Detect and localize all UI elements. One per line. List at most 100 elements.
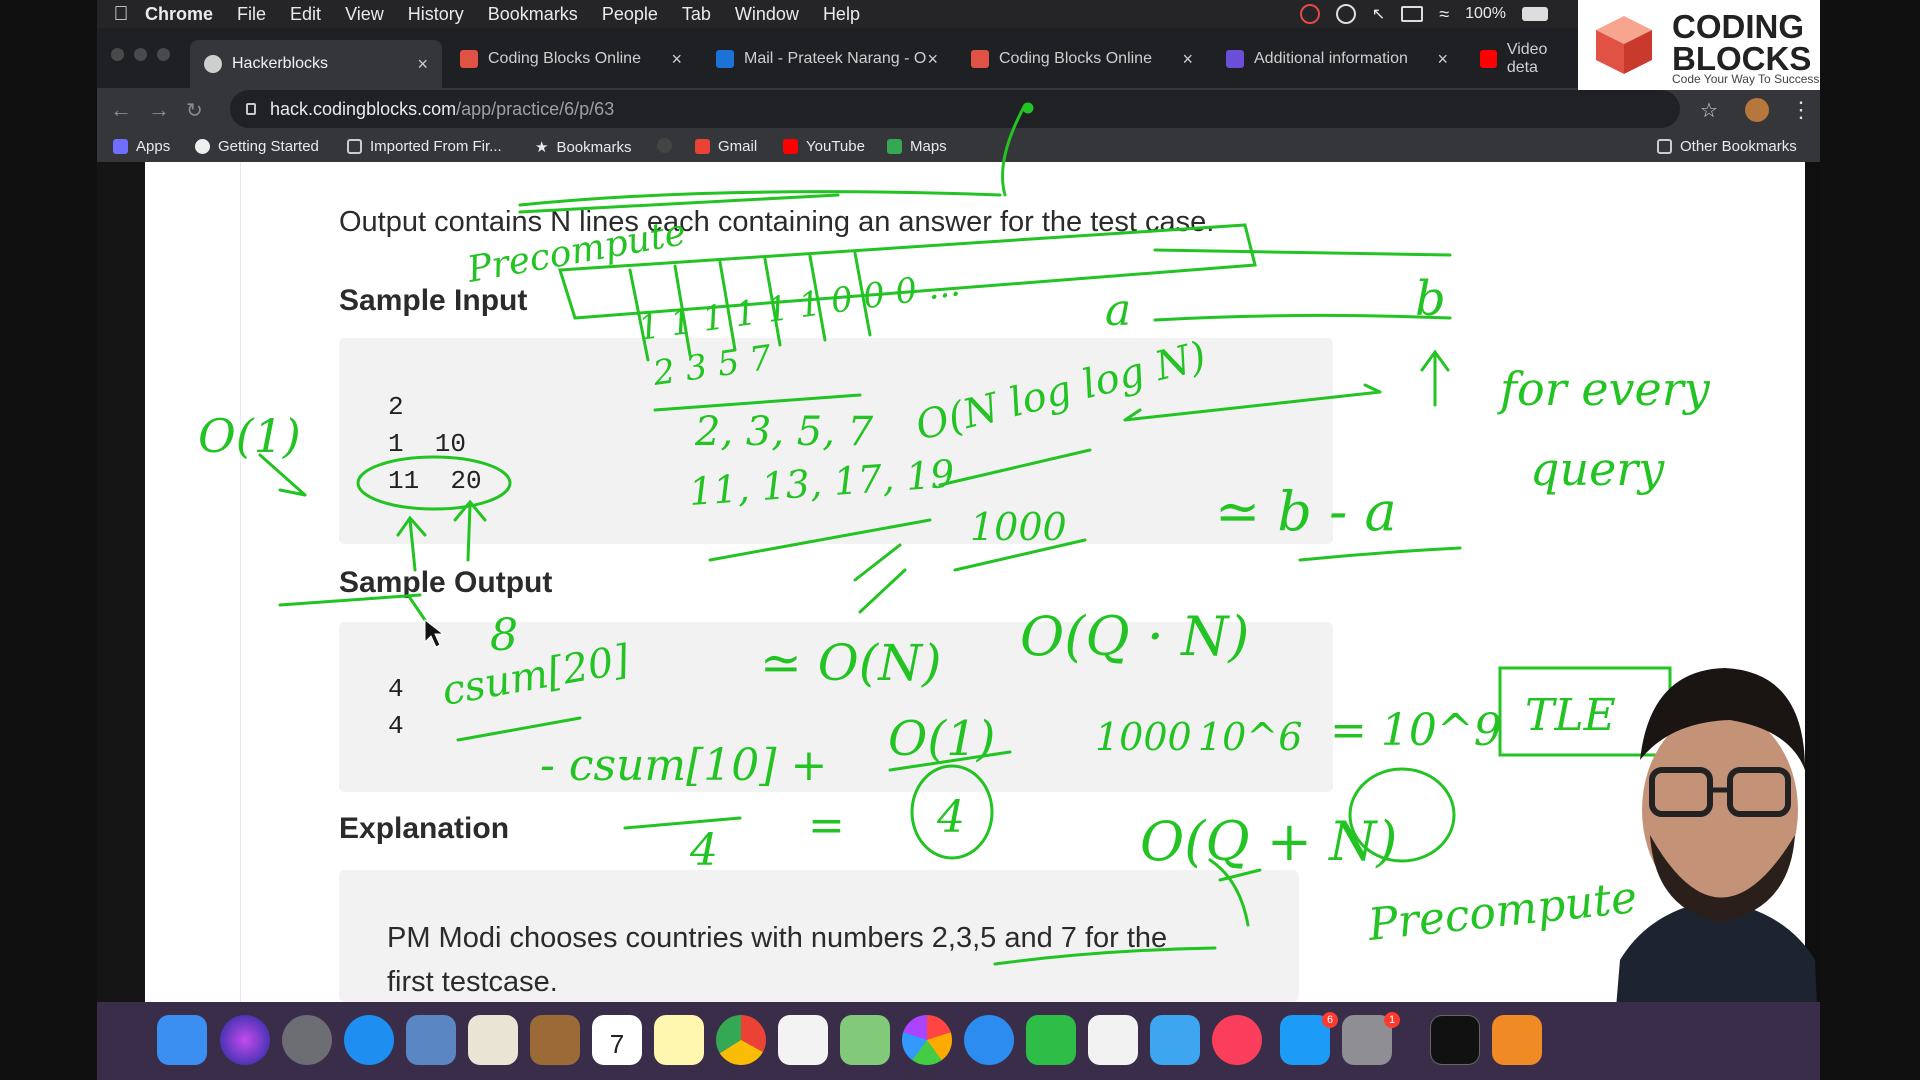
tab-coding-blocks-online-1[interactable]: Coding Blocks Online × (446, 42, 696, 76)
photos-icon[interactable] (902, 1015, 952, 1065)
menu-edit[interactable]: Edit (290, 4, 321, 25)
folder-icon (347, 139, 362, 154)
profile-avatar[interactable] (1745, 88, 1769, 132)
sublime-text-icon[interactable] (1492, 1015, 1542, 1065)
menu-tab[interactable]: Tab (682, 4, 711, 25)
chrome-icon[interactable] (716, 1015, 766, 1065)
bookmark-label: Bookmarks (556, 138, 632, 156)
bookmark-gmail[interactable]: Gmail (695, 138, 757, 155)
bookmark-getting-started[interactable]: Getting Started (195, 138, 319, 155)
explanation-text: PM Modi chooses countries with numbers 2… (387, 922, 1168, 954)
notes-icon[interactable] (654, 1015, 704, 1065)
tab-mail[interactable]: Mail - Prateek Narang - O × (702, 42, 952, 76)
bookmark-other[interactable]: Other Bookmarks (1657, 138, 1797, 155)
explanation-heading: Explanation (339, 812, 510, 845)
menu-people[interactable]: People (602, 4, 658, 25)
tab-label: Additional information (1254, 50, 1408, 67)
address-bar[interactable]: hack.codingblocks.com /app/practice/6/p/… (230, 90, 1680, 128)
settings-badge: 1 (1384, 1012, 1400, 1028)
sample-output-line: 4 (388, 711, 404, 741)
bookmark-star-icon[interactable]: ☆ (1700, 88, 1718, 132)
outlook-favicon-icon (716, 50, 734, 68)
apple-menu-icon[interactable]:  (97, 3, 145, 26)
tab-label: Mail - Prateek Narang - O (744, 50, 927, 67)
tab-label: Coding Blocks Online (488, 50, 641, 67)
keynote-icon[interactable] (1150, 1015, 1200, 1065)
cursor-status-icon[interactable]: ↖ (1372, 4, 1385, 24)
terminal-icon[interactable] (1430, 1015, 1480, 1065)
reminders-icon[interactable] (778, 1015, 828, 1065)
safari-icon[interactable] (344, 1015, 394, 1065)
menu-help[interactable]: Help (823, 4, 860, 25)
github-icon (657, 138, 672, 153)
menu-bookmarks[interactable]: Bookmarks (488, 4, 578, 25)
tab-video-details[interactable]: Video deta (1466, 42, 1578, 76)
tab-close-icon[interactable]: × (1437, 49, 1448, 70)
maps-icon (887, 139, 902, 154)
tab-coding-blocks-online-2[interactable]: Coding Blocks Online × (957, 42, 1207, 76)
menu-window[interactable]: Window (735, 4, 799, 25)
sample-input-line: 11 20 (388, 466, 482, 496)
maps-dock-icon[interactable] (840, 1015, 890, 1065)
battery-icon[interactable] (1522, 7, 1548, 21)
sample-output-box (339, 622, 1333, 792)
menu-history[interactable]: History (408, 4, 464, 25)
logo-cube-icon (1596, 16, 1652, 74)
wifi-icon[interactable]: ≈ (1439, 4, 1449, 25)
bookmark-label: Apps (136, 138, 171, 155)
star-icon: ★ (535, 139, 549, 156)
content-divider (240, 162, 241, 1002)
hackerblocks-favicon-icon (204, 55, 222, 73)
bookmark-label: Other Bookmarks (1680, 138, 1797, 155)
recording-icon[interactable] (1299, 4, 1320, 24)
tab-close-icon[interactable]: × (671, 49, 682, 70)
status-area: ↖ ≈ 100% (1299, 0, 1548, 28)
sample-output-line: 4 (388, 674, 404, 704)
explanation-text: first testcase. (387, 966, 558, 998)
output-description: Output contains N lines each containing … (339, 206, 1215, 238)
folder-icon (1657, 139, 1672, 154)
window-close-button[interactable] (111, 48, 124, 61)
youtube-favicon-icon (1480, 50, 1497, 68)
bookmark-label: Imported From Fir... (370, 138, 502, 155)
window-zoom-button[interactable] (157, 48, 170, 61)
calendar-icon[interactable]: 7 (592, 1015, 642, 1065)
left-sidebar (97, 162, 145, 1002)
bookmark-bookmarks[interactable]: ★ Bookmarks (535, 138, 632, 157)
launchpad-icon[interactable] (282, 1015, 332, 1065)
tab-label: Coding Blocks Online (999, 50, 1152, 67)
preview-icon[interactable] (406, 1015, 456, 1065)
macos-menu-bar:  Chrome File Edit View History Bookmark… (97, 0, 1820, 28)
facetime-icon[interactable] (1026, 1015, 1076, 1065)
siri-icon[interactable] (220, 1015, 270, 1065)
menu-app-chrome[interactable]: Chrome (145, 4, 213, 25)
numbers-icon[interactable] (1088, 1015, 1138, 1065)
finder-icon[interactable] (157, 1015, 207, 1065)
firefox-icon (195, 139, 210, 154)
messages-icon[interactable] (964, 1015, 1014, 1065)
bookmark-github[interactable] (657, 138, 672, 153)
forms-favicon-icon (1226, 50, 1244, 68)
tab-close-icon[interactable]: × (417, 54, 428, 75)
notebook-icon[interactable] (530, 1015, 580, 1065)
display-icon[interactable] (1401, 6, 1424, 22)
menu-file[interactable]: File (237, 4, 266, 25)
tab-close-icon[interactable]: × (1182, 49, 1193, 70)
window-minimize-button[interactable] (134, 48, 147, 61)
tab-close-icon[interactable]: × (927, 49, 938, 70)
textedit-icon[interactable] (468, 1015, 518, 1065)
menu-view[interactable]: View (345, 4, 384, 25)
reload-icon[interactable]: ↻ (186, 88, 203, 132)
back-arrow-icon[interactable]: ← (110, 88, 132, 132)
tab-additional-information[interactable]: Additional information × (1212, 42, 1462, 76)
chrome-menu-icon[interactable]: ⋮ (1790, 88, 1812, 132)
forward-arrow-icon[interactable]: → (148, 88, 170, 132)
bookmark-maps[interactable]: Maps (887, 138, 947, 155)
itunes-icon[interactable] (1212, 1015, 1262, 1065)
bookmark-apps[interactable]: Apps (113, 138, 170, 155)
tab-hackerblocks[interactable]: Hackerblocks × (190, 40, 442, 88)
bookmark-imported[interactable]: Imported From Fir... (347, 138, 502, 155)
bookmark-youtube[interactable]: YouTube (783, 138, 865, 155)
gear-status-icon[interactable] (1335, 4, 1356, 24)
screen:  Chrome File Edit View History Bookmark… (0, 0, 1920, 1080)
